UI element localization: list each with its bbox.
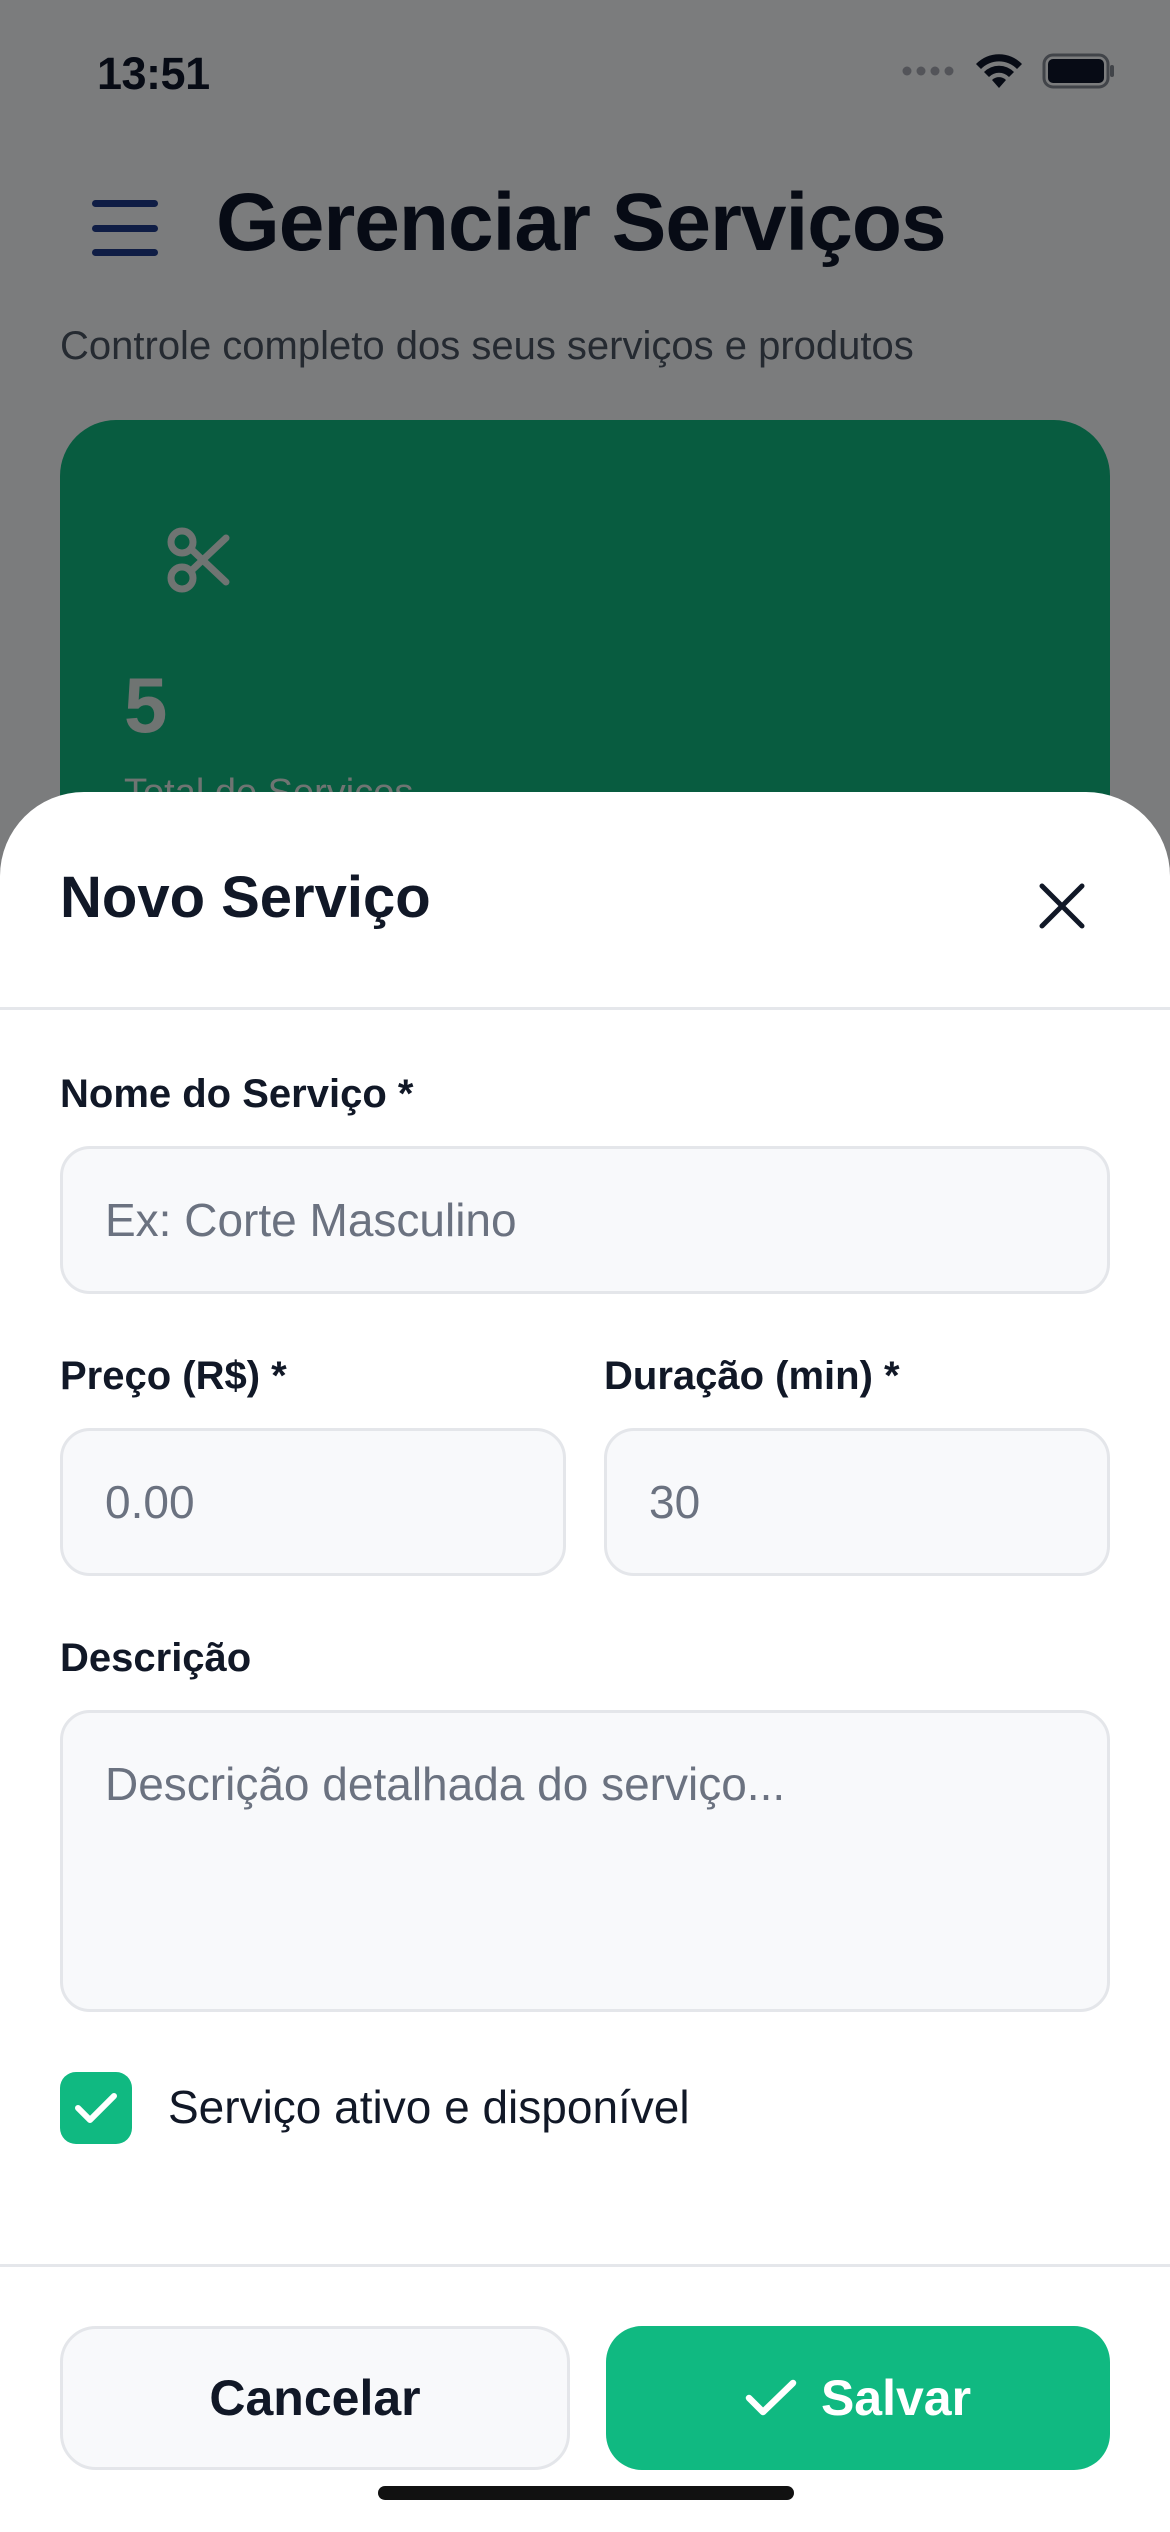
active-checkbox[interactable] — [60, 2072, 132, 2144]
cancel-button-label: Cancelar — [209, 2370, 421, 2426]
close-button[interactable] — [1030, 874, 1094, 938]
home-indicator[interactable] — [378, 2486, 794, 2500]
service-name-label: Nome do Serviço * — [60, 1072, 414, 1116]
screen: 13:51 Gerenciar Serviços Controle compl — [0, 0, 1170, 2532]
price-input[interactable] — [60, 1428, 566, 1576]
duration-input[interactable] — [604, 1428, 1110, 1576]
checkmark-icon — [75, 2093, 117, 2123]
save-button-label: Salvar — [820, 2370, 972, 2426]
cancel-button[interactable]: Cancelar — [60, 2326, 570, 2470]
service-name-input[interactable] — [60, 1146, 1110, 1294]
modal-title: Novo Serviço — [60, 865, 431, 930]
duration-label: Duração (min) * — [604, 1354, 900, 1398]
footer-divider — [0, 2264, 1170, 2267]
description-label: Descrição — [60, 1636, 252, 1680]
price-label: Preço (R$) * — [60, 1354, 287, 1398]
save-button[interactable]: Salvar — [606, 2326, 1110, 2470]
checkmark-icon — [745, 2379, 797, 2416]
modal-header: Novo Serviço — [0, 792, 1170, 1010]
description-textarea[interactable] — [60, 1710, 1110, 2012]
new-service-modal: Novo Serviço Nome do Serviço * Preço (R$… — [0, 792, 1170, 2532]
close-icon — [1039, 883, 1085, 929]
active-checkbox-label[interactable]: Serviço ativo e disponível — [168, 2080, 690, 2134]
